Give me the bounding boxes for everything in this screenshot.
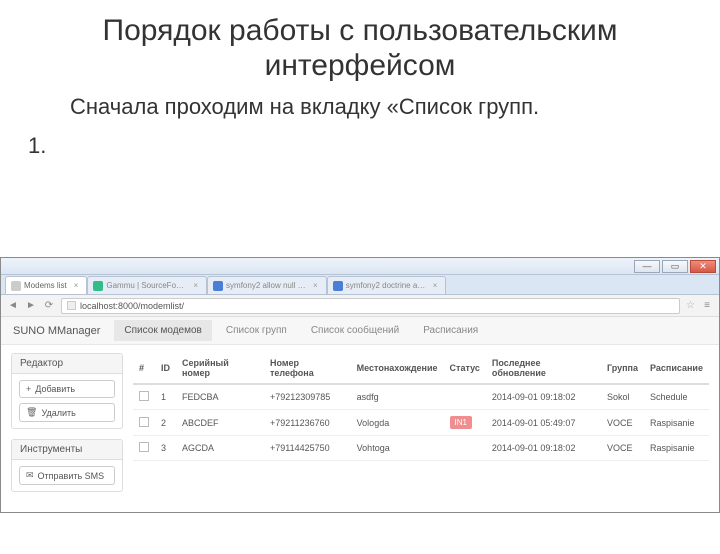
window-maximize-button[interactable]: ▭ [662,260,688,273]
main-area: # ID Серийный номер Номер телефона Место… [133,353,709,502]
cell-group: VOCE [601,410,644,436]
col-serial: Серийный номер [176,353,264,384]
cell-status [444,384,486,410]
window-close-button[interactable]: ✕ [690,260,716,273]
cell-phone: +79114425750 [264,436,351,461]
url-text: localhost:8000/modemlist/ [80,301,184,311]
add-button-label: Добавить [35,384,75,394]
send-sms-button[interactable]: ✉ Отправить SMS [19,466,115,485]
cell-id: 1 [155,384,176,410]
nav-item-messages[interactable]: Список сообщений [301,320,409,341]
status-badge: IN1 [450,416,472,429]
browser-tabs: Modems list × Gammu | SourceForge.ne × s… [1,275,719,295]
close-icon[interactable]: × [313,281,318,290]
cell-status [444,436,486,461]
cell-location: asdfg [351,384,444,410]
envelope-icon: ✉ [26,470,34,481]
delete-button[interactable]: 🗑 Удалить [19,403,115,422]
slide-title: Порядок работы с пользовательским интерф… [40,14,680,83]
cell-updated: 2014-09-01 09:18:02 [486,384,601,410]
col-status: Статус [444,353,486,384]
app-navbar: SUNO MManager Список модемов Список груп… [1,317,719,345]
row-checkbox[interactable] [139,391,149,401]
send-sms-label: Отправить SMS [38,471,105,481]
page-content: SUNO MManager Список модемов Список груп… [1,317,719,512]
col-schedule: Расписание [644,353,709,384]
cell-updated: 2014-09-01 05:49:07 [486,410,601,436]
app-brand: SUNO MManager [13,325,100,337]
delete-button-label: Удалить [41,408,75,418]
close-icon[interactable]: × [74,281,79,290]
close-icon[interactable]: × [433,281,438,290]
window-minimize-button[interactable]: — [634,260,660,273]
menu-icon[interactable]: ≡ [701,300,713,312]
bookmark-icon[interactable]: ☆ [686,300,695,311]
close-icon[interactable]: × [193,281,198,290]
cell-updated: 2014-09-01 09:18:02 [486,436,601,461]
cell-group: VOCE [601,436,644,461]
trash-icon: 🗑 [26,407,37,418]
cell-id: 2 [155,410,176,436]
table-row[interactable]: 2 ABCDEF +79211236760 Vologda IN1 2014-0… [133,410,709,436]
col-phone: Номер телефона [264,353,351,384]
col-id: ID [155,353,176,384]
nav-item-modems[interactable]: Список модемов [114,320,211,341]
page-icon [67,301,76,310]
cell-serial: FEDCBA [176,384,264,410]
cell-schedule: Raspisanie [644,436,709,461]
tab-favicon [333,281,343,291]
cell-serial: ABCDEF [176,410,264,436]
tab-label: symfony2 allow null - По [226,281,306,290]
col-location: Местонахождение [351,353,444,384]
cell-location: Vologda [351,410,444,436]
nav-back-icon[interactable]: ◄ [7,300,19,312]
table-header-row: # ID Серийный номер Номер телефона Место… [133,353,709,384]
editor-panel: Редактор + Добавить 🗑 Удалить [11,353,123,429]
tab-label: Modems list [24,281,67,290]
nav-item-schedules[interactable]: Расписания [413,320,488,341]
tools-panel: Инструменты ✉ Отправить SMS [11,439,123,492]
bullet-number: 1. [28,133,46,159]
col-updated: Последнее обновление [486,353,601,384]
cell-location: Vohtoga [351,436,444,461]
row-checkbox[interactable] [139,442,149,452]
row-checkbox[interactable] [139,417,149,427]
col-check: # [133,353,155,384]
modems-table: # ID Серийный номер Номер телефона Место… [133,353,709,461]
col-group: Группа [601,353,644,384]
cell-schedule: Raspisanie [644,410,709,436]
browser-tab-modems[interactable]: Modems list × [5,276,87,294]
editor-panel-title: Редактор [12,354,122,374]
tab-favicon [93,281,103,291]
cell-status: IN1 [444,410,486,436]
cell-serial: AGCDA [176,436,264,461]
cell-phone: +79211236760 [264,410,351,436]
bullet-text: Сначала проходим на вкладку «Список груп… [70,93,680,121]
table-row[interactable]: 3 AGCDA +79114425750 Vohtoga 2014-09-01 … [133,436,709,461]
browser-window: — ▭ ✕ Modems list × Gammu | SourceForge.… [0,257,720,513]
browser-tab[interactable]: Gammu | SourceForge.ne × [87,276,207,294]
nav-reload-icon[interactable]: ⟳ [43,300,55,312]
plus-icon: + [26,384,31,394]
add-button[interactable]: + Добавить [19,380,115,398]
cell-group: Sokol [601,384,644,410]
tab-label: symfony2 doctrine allow [346,281,426,290]
tools-panel-title: Инструменты [12,440,122,460]
url-input[interactable]: localhost:8000/modemlist/ [61,298,680,314]
nav-item-groups[interactable]: Список групп [216,320,297,341]
cell-id: 3 [155,436,176,461]
tab-label: Gammu | SourceForge.ne [106,281,186,290]
tab-favicon [213,281,223,291]
cell-schedule: Schedule [644,384,709,410]
content-area: Редактор + Добавить 🗑 Удалить Инструмент… [1,345,719,512]
address-bar: ◄ ► ⟳ localhost:8000/modemlist/ ☆ ≡ [1,295,719,317]
sidebar: Редактор + Добавить 🗑 Удалить Инструмент… [11,353,123,502]
window-titlebar: — ▭ ✕ [1,258,719,275]
browser-tab[interactable]: symfony2 allow null - По × [207,276,327,294]
cell-phone: +79212309785 [264,384,351,410]
table-row[interactable]: 1 FEDCBA +79212309785 asdfg 2014-09-01 0… [133,384,709,410]
tab-favicon [11,281,21,291]
browser-tab[interactable]: symfony2 doctrine allow × [327,276,447,294]
nav-forward-icon[interactable]: ► [25,300,37,312]
